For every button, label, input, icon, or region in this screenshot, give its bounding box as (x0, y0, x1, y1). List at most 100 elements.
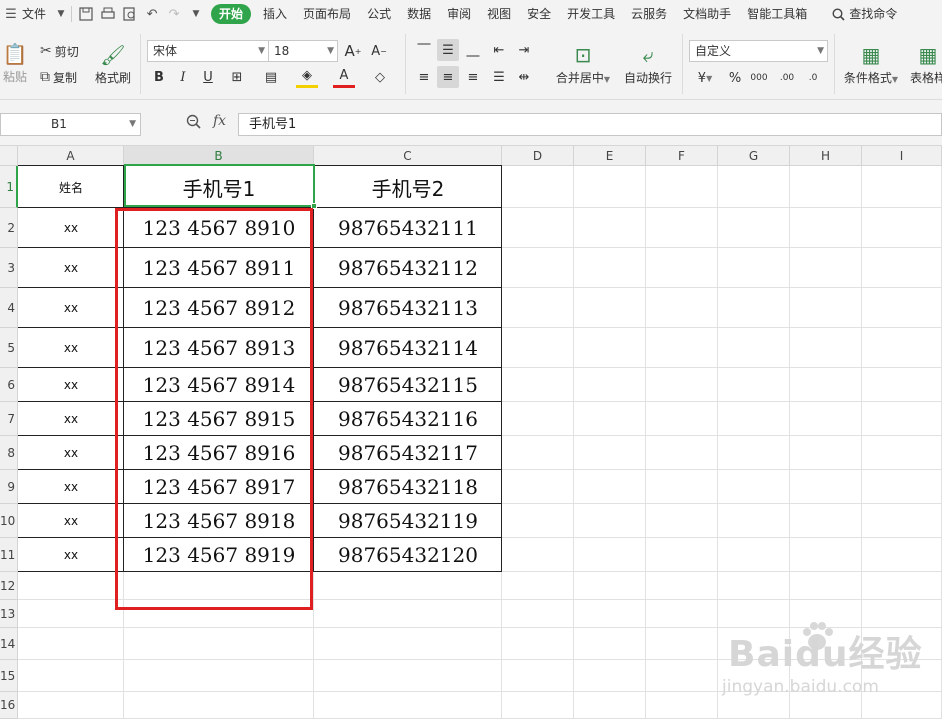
cell-C4[interactable]: 98765432113 (314, 288, 502, 328)
align-center-icon[interactable]: ≡ (437, 66, 459, 88)
chevron-down-icon[interactable]: ▼ (54, 0, 68, 28)
redo-icon[interactable]: ↷ (163, 0, 185, 28)
zoom-search-icon[interactable] (186, 114, 201, 133)
name-box[interactable]: B1 ▼ (0, 113, 141, 136)
font-name-select[interactable]: 宋体 ▼ (147, 40, 269, 62)
cell-A7[interactable]: xx (18, 402, 124, 436)
print-preview-icon[interactable] (119, 0, 141, 28)
number-format-select[interactable]: 自定义 ▼ (689, 40, 828, 62)
align-bottom-icon[interactable]: ⎽ (462, 39, 484, 61)
cell-C11[interactable]: 98765432120 (314, 538, 502, 572)
save-icon[interactable] (75, 0, 97, 28)
cell-C10[interactable]: 98765432119 (314, 504, 502, 538)
table-style-button[interactable]: ▦ 表格样 (908, 34, 942, 92)
merge-center-button[interactable]: ⊡ 合并居中▼ (550, 34, 616, 92)
row-header-16[interactable]: 16 (0, 692, 18, 719)
search-command[interactable]: 查找命令 (849, 0, 905, 28)
copy-button[interactable]: ⧉ 复制 (40, 66, 77, 88)
cell-A1[interactable]: 姓名 (18, 166, 124, 208)
justify-icon[interactable]: ☰ (488, 66, 510, 88)
distributed-icon[interactable]: ⇹ (513, 66, 535, 88)
conditional-format-button[interactable]: ▦ 条件格式▼ (840, 34, 902, 92)
column-header-F[interactable]: F (646, 146, 718, 166)
align-middle-icon[interactable]: ☰ (437, 39, 459, 61)
wrap-text-button[interactable]: ⤶ 自动换行 (620, 34, 676, 92)
italic-icon[interactable]: I (172, 66, 194, 88)
cell-C3[interactable]: 98765432112 (314, 248, 502, 288)
tab-10[interactable]: 文档助手 (675, 0, 739, 28)
cell-A3[interactable]: xx (18, 248, 124, 288)
column-header-C[interactable]: C (314, 146, 502, 166)
row-header-6[interactable]: 6 (0, 368, 18, 402)
format-painter-button[interactable]: 🖌 格式刷 (92, 34, 134, 92)
increase-decimal-button[interactable]: .00 (776, 67, 798, 89)
cell-A10[interactable]: xx (18, 504, 124, 538)
cell-A9[interactable]: xx (18, 470, 124, 504)
tab-7[interactable]: 安全 (519, 0, 559, 28)
formula-input[interactable]: 手机号1 (238, 113, 942, 136)
row-header-5[interactable]: 5 (0, 328, 18, 368)
column-header-G[interactable]: G (718, 146, 790, 166)
cell-C8[interactable]: 98765432117 (314, 436, 502, 470)
tab-4[interactable]: 数据 (399, 0, 439, 28)
row-header-14[interactable]: 14 (0, 628, 18, 660)
row-header-12[interactable]: 12 (0, 572, 18, 600)
column-header-E[interactable]: E (574, 146, 646, 166)
percent-button[interactable]: % (724, 67, 746, 89)
cell-A8[interactable]: xx (18, 436, 124, 470)
row-header-7[interactable]: 7 (0, 402, 18, 436)
column-header-H[interactable]: H (790, 146, 862, 166)
customize-toolbar-icon[interactable]: ▼ (185, 0, 207, 28)
cut-button[interactable]: ✂ 剪切 (40, 40, 79, 62)
column-header-B[interactable]: B (124, 146, 314, 166)
tab-5[interactable]: 审阅 (439, 0, 479, 28)
tab-8[interactable]: 开发工具 (559, 0, 623, 28)
cell-A4[interactable]: xx (18, 288, 124, 328)
underline-icon[interactable]: U (197, 66, 219, 88)
cell-A5[interactable]: xx (18, 328, 124, 368)
print-icon[interactable] (97, 0, 119, 28)
function-icon[interactable]: fx (213, 113, 226, 129)
font-color-icon[interactable]: A (333, 66, 355, 88)
row-header-15[interactable]: 15 (0, 660, 18, 692)
cell-A11[interactable]: xx (18, 538, 124, 572)
menu-file[interactable]: 文件 (22, 0, 54, 28)
cell-C9[interactable]: 98765432118 (314, 470, 502, 504)
row-header-8[interactable]: 8 (0, 436, 18, 470)
currency-icon[interactable]: ¥ ▼ (692, 67, 718, 89)
row-header-13[interactable]: 13 (0, 600, 18, 628)
bold-icon[interactable]: B (148, 66, 170, 88)
tab-0[interactable]: 开始 (211, 4, 252, 24)
column-header-I[interactable]: I (862, 146, 942, 166)
thousands-separator-button[interactable]: 000 (748, 67, 770, 89)
decrease-font-size-icon[interactable]: A − (368, 40, 390, 62)
tab-11[interactable]: 智能工具箱 (739, 0, 815, 28)
border-icon[interactable]: ⊞ (226, 66, 248, 88)
increase-font-size-icon[interactable]: A + (342, 40, 364, 62)
font-size-select[interactable]: 18 ▼ (268, 40, 338, 62)
tab-3[interactable]: 公式 (359, 0, 399, 28)
hamburger-menu-icon[interactable]: ☰ (0, 0, 22, 28)
align-left-icon[interactable]: ≡ (413, 66, 435, 88)
tab-1[interactable]: 插入 (255, 0, 295, 28)
row-header-10[interactable]: 10 (0, 504, 18, 538)
tab-2[interactable]: 页面布局 (295, 0, 359, 28)
cell-C2[interactable]: 98765432111 (314, 208, 502, 248)
column-header-A[interactable]: A (18, 146, 124, 166)
cell-C5[interactable]: 98765432114 (314, 328, 502, 368)
row-header-4[interactable]: 4 (0, 288, 18, 328)
tab-6[interactable]: 视图 (479, 0, 519, 28)
paste-button[interactable]: 📋 粘贴 (0, 32, 30, 92)
row-header-9[interactable]: 9 (0, 470, 18, 504)
align-right-icon[interactable]: ≡ (462, 66, 484, 88)
fill-pattern-icon[interactable]: ▤ (260, 66, 282, 88)
cell-A6[interactable]: xx (18, 368, 124, 402)
tab-9[interactable]: 云服务 (623, 0, 675, 28)
align-top-icon[interactable]: ⎺ (413, 39, 435, 61)
column-header-D[interactable]: D (502, 146, 574, 166)
fill-color-icon[interactable]: ◈ (296, 66, 318, 88)
row-header-2[interactable]: 2 (0, 208, 18, 248)
cell-A2[interactable]: xx (18, 208, 124, 248)
search-icon[interactable] (827, 0, 849, 28)
select-all-corner[interactable] (0, 146, 18, 166)
